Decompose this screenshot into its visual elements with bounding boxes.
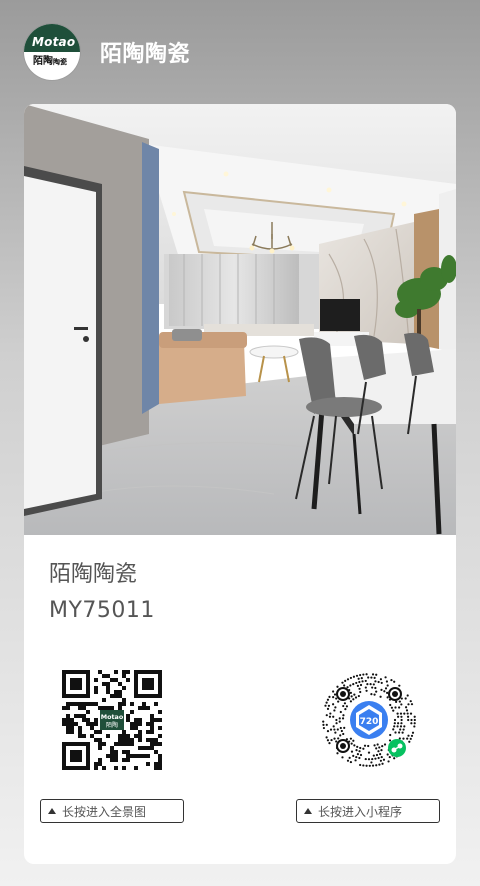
product-name: 陌陶陶瓷: [49, 562, 138, 587]
product-card: 陌陶陶瓷 MY75011 Motao 陌陶 720 长按进入全景图 长按进入小程序: [24, 104, 456, 864]
brand-logo: Motao 陌陶陶瓷: [24, 24, 80, 80]
mini-badge-text: 720: [360, 717, 379, 727]
panorama-hint: 长按进入全景图: [40, 799, 184, 823]
header: Motao 陌陶陶瓷 陌陶陶瓷: [24, 24, 190, 80]
room-photo[interactable]: [24, 104, 456, 535]
panorama-qr-code[interactable]: Motao 陌陶: [62, 670, 162, 770]
caret-up-icon: [48, 808, 56, 814]
miniprogram-hint-label: 长按进入小程序: [318, 804, 403, 819]
logo-brand-text: Motao: [32, 35, 76, 49]
qr-logo-cn: 陌陶: [106, 721, 118, 729]
caret-up-icon: [304, 808, 312, 814]
logo-cn-text: 陌陶陶瓷: [33, 56, 67, 67]
panorama-hint-label: 长按进入全景图: [62, 804, 147, 819]
miniprogram-hint: 长按进入小程序: [296, 799, 440, 823]
page-title: 陌陶陶瓷: [100, 42, 191, 67]
qr-logo-brand: Motao: [101, 713, 124, 721]
miniprogram-code[interactable]: 720: [319, 670, 419, 770]
product-code: MY75011: [49, 598, 155, 623]
